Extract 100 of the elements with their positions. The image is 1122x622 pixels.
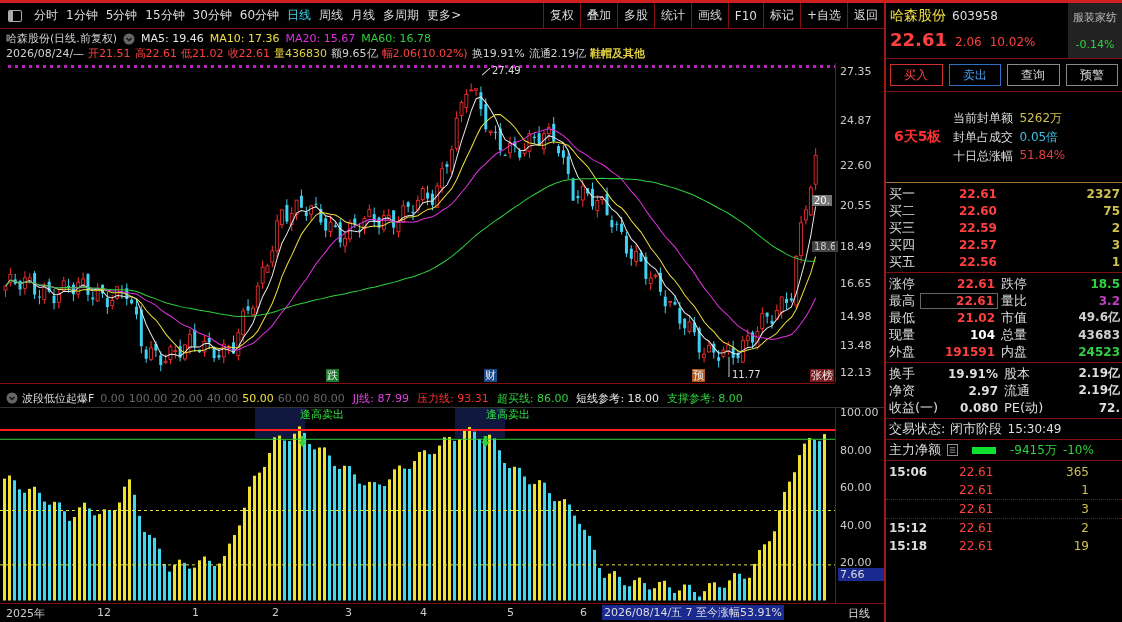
stat-label: 最高 — [888, 291, 916, 310]
toolbar-button[interactable]: 统计 — [653, 3, 691, 28]
stat-label: 封单占成交 — [953, 128, 1014, 146]
indicator-param: 80.00 — [313, 391, 345, 405]
axis-label: 100.00 — [840, 406, 879, 419]
period-tab[interactable]: 5分钟 — [101, 7, 142, 24]
trade-button[interactable]: 查询 — [1007, 64, 1060, 86]
streak-label: 6天5板 — [893, 128, 943, 146]
indicator-value: 压力线: 93.31 — [417, 390, 489, 406]
high-price-label: 27.49 — [492, 65, 521, 76]
quote-value: 2026/08/24/— — [6, 47, 85, 60]
indicator-value: 超买线: 86.00 — [496, 390, 569, 406]
stat-value: 2.19亿 — [1077, 382, 1121, 399]
axis-label: 5 — [507, 606, 514, 619]
ma-value: MA5: 19.46 — [141, 32, 204, 45]
event-marker[interactable]: 预 — [692, 369, 705, 382]
sector-name: 服装家纺 — [1073, 9, 1117, 25]
bid-label: 买二 — [888, 201, 916, 220]
trade-volume: 365 — [1065, 465, 1089, 479]
bid-price: 22.57 — [959, 237, 998, 252]
period-tab[interactable]: 30分钟 — [188, 7, 236, 24]
stat-value: 18.5 — [1089, 276, 1121, 291]
period-tab[interactable]: 日线 — [283, 7, 316, 24]
down-arrow-icon — [481, 436, 490, 447]
toolbar-button[interactable]: 画线 — [690, 3, 728, 28]
stat-value: 24523 — [1077, 344, 1121, 359]
bid-volume: 2327 — [1085, 186, 1121, 201]
chart-title: 哈森股份(日线.前复权) — [6, 31, 118, 46]
stat-label: 当前封单额 — [953, 109, 1014, 127]
trade-price: 22.61 — [959, 465, 995, 479]
list-icon[interactable] — [947, 444, 958, 456]
stat-value: 51.84% — [1019, 147, 1066, 164]
signal-label: 逢高卖出 — [300, 408, 344, 421]
indicator-param: 60.00 — [277, 391, 310, 405]
event-marker[interactable]: 张榜 — [810, 369, 834, 382]
period-tab[interactable]: 更多> — [423, 7, 466, 24]
toolbar-button[interactable]: 复权 — [542, 3, 580, 28]
dropdown-icon[interactable] — [123, 32, 136, 45]
axis-label: 16.65 — [840, 276, 872, 290]
period-tab[interactable]: 15分钟 — [141, 7, 189, 24]
bid-volume: 3 — [1110, 237, 1121, 252]
down-arrow-icon — [298, 436, 307, 447]
stat-label: 净资 — [888, 381, 916, 400]
axis-label: 20.00 — [840, 556, 872, 569]
ma-value: MA20: 15.67 — [285, 32, 356, 45]
period-tab[interactable]: 分时 — [30, 7, 62, 24]
period-tab[interactable]: 周线 — [315, 7, 348, 24]
bid-price: 22.59 — [959, 220, 998, 235]
trade-button[interactable]: 预警 — [1065, 64, 1118, 86]
period-tab[interactable]: 1分钟 — [62, 7, 102, 24]
axis-label: 20.55 — [840, 199, 872, 213]
trade-button[interactable]: 买入 — [890, 64, 943, 86]
bid-volume: 1 — [1110, 254, 1121, 269]
period-tab[interactable]: 多周期 — [379, 7, 424, 24]
stat-label: 十日总涨幅 — [953, 147, 1014, 165]
toolbar-button[interactable]: +自选 — [799, 3, 847, 28]
percent-change: 10.02% — [989, 35, 1036, 49]
ma-value: MA10: 17.36 — [209, 32, 280, 45]
price-tag: 18.6 — [812, 241, 839, 252]
indicator-name: 波段低位起爆F — [22, 390, 95, 406]
axis-label: 3 — [345, 606, 352, 619]
axis-label: 14.98 — [840, 309, 872, 323]
stat-label: 股本 — [1003, 364, 1031, 383]
indicator-param: 20.00 — [171, 391, 203, 405]
sector-card[interactable]: 服装家纺 -0.14% — [1068, 3, 1122, 58]
stock-name: 哈森股份 — [890, 7, 946, 25]
indicator-param: 0.00 — [100, 391, 125, 405]
indicator-param: 50.00 — [242, 391, 274, 405]
quote-value: 流通2.19亿 — [528, 46, 587, 61]
quote-value: 开21.51 — [88, 46, 131, 61]
toolbar-button[interactable]: 返回 — [847, 3, 884, 28]
period-tab[interactable]: 月线 — [347, 7, 380, 24]
dropdown-icon[interactable] — [6, 392, 18, 404]
trade-price: 22.61 — [959, 483, 995, 497]
stat-value: 19.91% — [947, 366, 999, 381]
price-tag: 20. — [812, 195, 832, 206]
bid-volume: 2 — [1110, 220, 1121, 235]
flow-label: 主力净额 — [889, 441, 941, 459]
stat-label: 跌停 — [1000, 274, 1028, 293]
ma-value: MA60: 16.78 — [361, 32, 431, 45]
trade-volume: 1 — [1080, 483, 1089, 497]
axis-label: 12.13 — [840, 366, 872, 379]
panel-toggle-icon[interactable] — [8, 9, 22, 22]
axis-label: 80.00 — [840, 443, 872, 457]
event-marker[interactable]: 财 — [484, 369, 497, 382]
signal-label: 逢高卖出 — [486, 408, 530, 421]
indicator-param: 100.00 — [128, 391, 168, 405]
axis-label: 22.60 — [840, 158, 872, 172]
event-marker[interactable]: 跌 — [326, 369, 339, 382]
stat-value: 22.61 — [920, 292, 998, 309]
trade-button[interactable]: 卖出 — [948, 64, 1001, 86]
toolbar-button[interactable]: 叠加 — [579, 3, 617, 28]
stat-label: 内盘 — [1000, 342, 1028, 361]
toolbar-button[interactable]: F10 — [727, 3, 763, 28]
period-tab[interactable]: 60分钟 — [235, 7, 284, 24]
axis-label: 2025年 — [6, 606, 45, 621]
toolbar-button[interactable]: 多股 — [616, 3, 654, 28]
quote-value: 量436830 — [274, 46, 328, 61]
toolbar-button[interactable]: 标记 — [762, 3, 800, 28]
quote-value: 换19.91% — [471, 46, 525, 61]
